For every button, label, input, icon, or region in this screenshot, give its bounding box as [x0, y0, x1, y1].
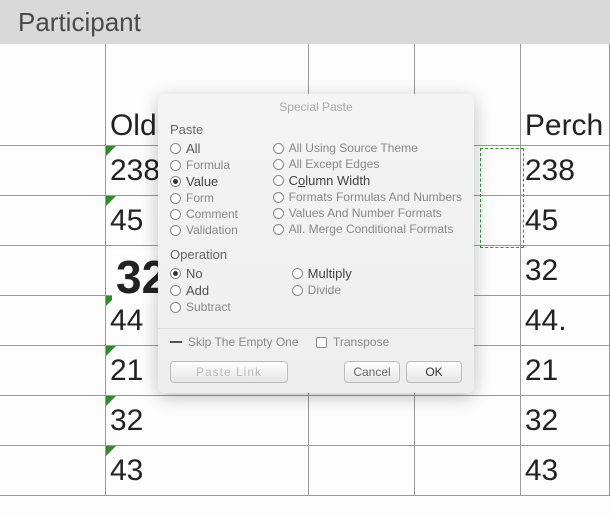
cell[interactable] — [0, 196, 106, 245]
page-title: Participant — [18, 7, 141, 38]
radio-icon — [273, 159, 284, 170]
radio-label: Values And Number Formats — [289, 206, 442, 220]
paste-marquee — [480, 148, 524, 248]
cell[interactable]: 32 — [521, 396, 610, 445]
paste-radio-right-0[interactable]: All Using Source Theme — [273, 141, 462, 155]
cell[interactable]: 32 — [521, 246, 610, 295]
radio-icon — [273, 208, 284, 219]
radio-label: Add — [186, 283, 209, 298]
op-radio-left-1[interactable]: Add — [170, 283, 292, 298]
radio-label: All — [186, 141, 200, 156]
radio-icon — [273, 143, 284, 154]
table-row: 43 43 — [0, 446, 610, 496]
radio-label: Form — [186, 191, 214, 205]
cell[interactable]: 32 — [106, 396, 309, 445]
dialog-title: Special Paste — [158, 94, 474, 122]
radio-label: Formats Formulas And Numbers — [289, 190, 462, 204]
cell[interactable] — [0, 146, 106, 195]
cell[interactable] — [0, 296, 106, 345]
cell[interactable] — [415, 396, 521, 445]
cell[interactable]: 44. — [521, 296, 610, 345]
paste-radio-left-2[interactable]: Value — [170, 174, 273, 189]
cell[interactable]: 238 — [521, 146, 610, 195]
cell[interactable] — [0, 246, 106, 295]
col-header-e[interactable]: Perch — [521, 44, 610, 145]
ok-button[interactable]: OK — [406, 361, 462, 383]
transpose-label: Transpose — [333, 335, 389, 349]
radio-icon — [170, 285, 181, 296]
radio-icon — [170, 302, 181, 313]
cell[interactable]: 43 — [521, 446, 610, 495]
radio-label: Comment — [186, 207, 238, 221]
cancel-button[interactable]: Cancel — [344, 361, 400, 383]
operation-options: No Add Subtract Multiply Divide — [158, 266, 474, 324]
radio-icon — [273, 192, 284, 203]
checkbox-row: Skip The Empty One Transpose — [158, 328, 474, 361]
paste-radio-right-1[interactable]: All Except Edges — [273, 157, 462, 171]
radio-label: Value — [186, 174, 218, 189]
radio-label: Subtract — [186, 300, 231, 314]
radio-label: Formula — [186, 158, 230, 172]
cell[interactable] — [0, 396, 106, 445]
cell[interactable] — [415, 446, 521, 495]
cell[interactable] — [309, 396, 415, 445]
radio-label: Validation — [186, 223, 238, 237]
cell[interactable]: 43 — [106, 446, 309, 495]
radio-icon — [170, 225, 181, 236]
dialog-buttons: Paste Link Cancel OK — [158, 361, 474, 383]
paste-radio-left-5[interactable]: Validation — [170, 223, 273, 237]
paste-radio-left-1[interactable]: Formula — [170, 158, 273, 172]
skip-empty-checkbox[interactable]: Skip The Empty One — [170, 335, 316, 349]
paste-radio-left-3[interactable]: Form — [170, 191, 273, 205]
special-paste-dialog: Special Paste Paste All Formula Value Form C… — [158, 94, 474, 393]
radio-label: Divide — [308, 283, 341, 297]
radio-icon — [273, 224, 284, 235]
radio-label: Column Width — [289, 173, 371, 188]
paste-radio-left-4[interactable]: Comment — [170, 207, 273, 221]
radio-icon — [273, 175, 284, 186]
paste-radio-right-2[interactable]: Column Width — [273, 173, 462, 188]
paste-section-label: Paste — [158, 122, 474, 137]
dash-icon — [170, 341, 182, 343]
cell[interactable] — [0, 346, 106, 395]
radio-icon — [170, 193, 181, 204]
op-radio-right-1[interactable]: Divide — [292, 283, 462, 297]
radio-icon — [170, 160, 181, 171]
cell[interactable] — [0, 446, 106, 495]
radio-label: No — [186, 266, 203, 281]
radio-icon — [292, 268, 303, 279]
radio-label: All Using Source Theme — [289, 141, 418, 155]
op-radio-left-2[interactable]: Subtract — [170, 300, 292, 314]
col-header-a[interactable] — [0, 44, 106, 145]
radio-icon — [170, 176, 181, 187]
op-radio-right-0[interactable]: Multiply — [292, 266, 462, 281]
transpose-checkbox[interactable]: Transpose — [316, 335, 462, 349]
radio-icon — [170, 268, 181, 279]
op-radio-left-0[interactable]: No — [170, 266, 292, 281]
paste-radio-right-5[interactable]: All. Merge Conditional Formats — [273, 222, 462, 236]
radio-label: All. Merge Conditional Formats — [289, 222, 454, 236]
radio-label: Multiply — [308, 266, 352, 281]
table-row: 32 32 — [0, 396, 610, 446]
checkbox-icon — [316, 337, 327, 348]
paste-link-button[interactable]: Paste Link — [170, 361, 288, 383]
paste-options: All Formula Value Form Comment Validation All… — [158, 141, 474, 247]
cell[interactable]: 45 — [521, 196, 610, 245]
cell[interactable] — [309, 446, 415, 495]
operation-section-label: Operation — [158, 247, 474, 262]
cell[interactable]: 21 — [521, 346, 610, 395]
skip-empty-label: Skip The Empty One — [188, 335, 299, 349]
paste-radio-right-3[interactable]: Formats Formulas And Numbers — [273, 190, 462, 204]
radio-icon — [292, 285, 303, 296]
radio-icon — [170, 209, 181, 220]
header-bar: Participant — [0, 0, 610, 44]
radio-label: All Except Edges — [289, 157, 380, 171]
paste-radio-right-4[interactable]: Values And Number Formats — [273, 206, 462, 220]
radio-icon — [170, 143, 181, 154]
paste-radio-left-0[interactable]: All — [170, 141, 273, 156]
